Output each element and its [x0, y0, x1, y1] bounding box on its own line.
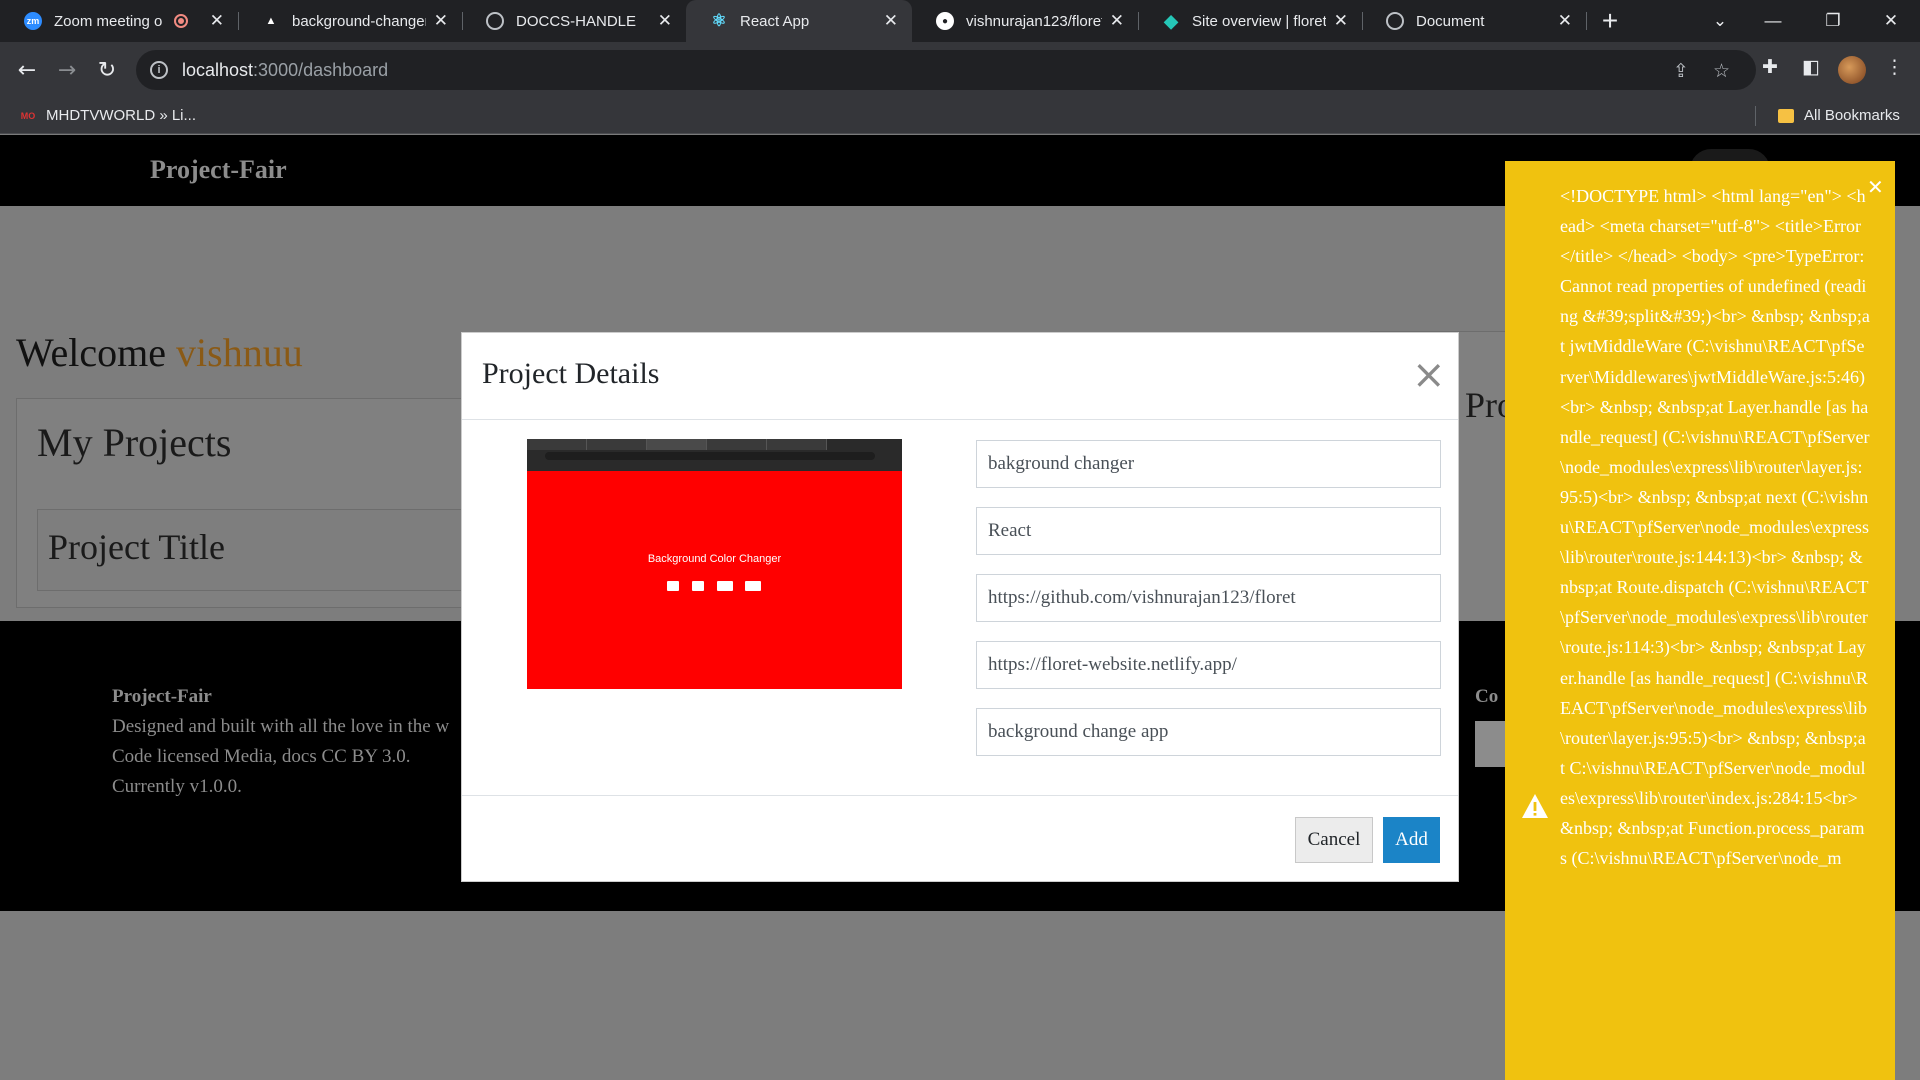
overview-input[interactable]: background change app: [976, 708, 1441, 756]
tab-github-floret[interactable]: ● vishnurajan123/floret ✕: [912, 0, 1138, 42]
tab-react-app[interactable]: ⚛ React App ✕: [686, 0, 912, 42]
recording-icon: [173, 14, 188, 28]
error-toast: ✕ <!DOCTYPE html> <html lang="en"> <head…: [1505, 161, 1895, 1080]
tab-background-changer[interactable]: ▲ background-changer ✕: [238, 0, 462, 42]
site-brand[interactable]: Project-Fair: [150, 155, 287, 185]
preview-button: [717, 581, 733, 591]
preview-tab: [707, 439, 767, 450]
close-tab-icon[interactable]: ✕: [658, 11, 672, 31]
preview-heading: Background Color Changer: [647, 553, 782, 565]
menu-kebab-icon[interactable]: ⋮: [1885, 56, 1904, 78]
modal-header: Project Details ×: [462, 333, 1458, 420]
bookmarks-bar: MO MHDTVWORLD » Li... All Bookmarks: [0, 98, 1920, 134]
github-link-input[interactable]: https://github.com/vishnurajan123/floret: [976, 574, 1441, 622]
folder-icon: [1778, 108, 1794, 123]
modal-footer-divider: [462, 795, 1458, 796]
username: vishnuu: [176, 330, 303, 375]
globe-icon: [486, 12, 504, 30]
preview-browser-chrome: [527, 439, 902, 471]
zoom-icon: zm: [24, 12, 42, 30]
tab-title: React App: [740, 12, 810, 30]
close-tab-icon[interactable]: ✕: [1558, 11, 1572, 31]
footer-text-line: Code licensed Media, docs CC BY 3.0.: [112, 746, 411, 767]
welcome-prefix: Welcome: [16, 330, 167, 375]
preview-address-bar: [545, 452, 875, 460]
tab-title: Site overview | floret: [1192, 12, 1326, 30]
address-bar[interactable]: i localhost:3000/dashboard ⇪ ☆: [136, 50, 1756, 90]
tab-search-chevron-icon[interactable]: ⌄: [1697, 0, 1743, 42]
project-row: Project Title: [37, 509, 517, 591]
reload-icon[interactable]: ↻: [90, 53, 124, 87]
tab-document[interactable]: Document ✕: [1362, 0, 1586, 42]
bookmark-item[interactable]: MO MHDTVWORLD » Li...: [20, 107, 196, 124]
url-text: localhost:3000/dashboard: [182, 60, 388, 81]
tab-netlify-site-overview[interactable]: ◆ Site overview | floret ✕: [1138, 0, 1362, 42]
preview-tab: [647, 439, 707, 450]
side-panel-icon[interactable]: ◧: [1802, 56, 1820, 78]
warning-icon: [1522, 794, 1548, 818]
footer-contact-heading: Co: [1475, 686, 1499, 707]
close-tab-icon[interactable]: ✕: [1110, 11, 1124, 31]
vercel-triangle-icon: ▲: [265, 15, 277, 27]
toast-message: <!DOCTYPE html> <html lang="en"> <head> …: [1560, 186, 1870, 869]
tab-zoom-meeting[interactable]: zm Zoom meeting o ✕: [0, 0, 238, 42]
footer-text-line: Designed and built with all the love in …: [112, 716, 450, 737]
new-tab-button[interactable]: +: [1587, 0, 1633, 42]
tab-title: background-changer: [292, 12, 426, 30]
forward-arrow-icon[interactable]: →: [50, 53, 84, 87]
preview-button: [745, 581, 761, 591]
tab-title: Document: [1416, 12, 1485, 30]
add-button[interactable]: Add: [1383, 817, 1440, 863]
project-image-preview[interactable]: Background Color Changer: [527, 439, 902, 689]
tab-title: Zoom meeting o: [54, 12, 163, 30]
languages-input[interactable]: React: [976, 507, 1441, 555]
site-info-icon[interactable]: i: [150, 61, 168, 79]
globe-icon: [1386, 12, 1404, 30]
react-icon: ⚛: [711, 11, 727, 30]
bookmark-label: MHDTVWORLD » Li...: [46, 107, 197, 124]
tab-title: DOCCS-HANDLE: [516, 12, 637, 30]
browser-toolbar: ← → ↻ i localhost:3000/dashboard ⇪ ☆ ✚ ◧…: [0, 42, 1920, 98]
close-tab-icon[interactable]: ✕: [884, 11, 898, 31]
netlify-icon: ◆: [1164, 10, 1178, 31]
close-tab-icon[interactable]: ✕: [210, 11, 224, 31]
cancel-button[interactable]: Cancel: [1295, 817, 1373, 863]
extensions-puzzle-icon[interactable]: ✚: [1762, 56, 1778, 78]
url-path: :3000/dashboard: [253, 59, 389, 80]
github-icon: ●: [936, 12, 954, 30]
mhdtv-icon: MO: [20, 110, 36, 121]
project-title: Project Title: [48, 527, 226, 567]
footer-text-line: Currently v1.0.0.: [112, 776, 242, 797]
modal-title: Project Details: [482, 357, 660, 390]
website-link-input[interactable]: https://floret-website.netlify.app/: [976, 641, 1441, 689]
share-icon[interactable]: ⇪: [1673, 60, 1689, 82]
close-tab-icon[interactable]: ✕: [1334, 11, 1348, 31]
window-close-button[interactable]: ✕: [1868, 0, 1914, 42]
preview-button: [667, 581, 679, 591]
preview-tab: [767, 439, 827, 450]
browser-tab-bar: zm Zoom meeting o ✕ ▲ background-changer…: [0, 0, 1920, 42]
preview-tab: [587, 439, 647, 450]
profile-avatar[interactable]: [1838, 56, 1866, 84]
bookmark-star-icon[interactable]: ☆: [1713, 60, 1730, 82]
modal-close-icon[interactable]: ×: [1412, 355, 1446, 395]
welcome-heading: Welcome vishnuu: [16, 329, 303, 376]
footer-brand: Project-Fair: [112, 686, 212, 707]
bookmarks-divider: [1755, 106, 1756, 126]
all-bookmarks-label: All Bookmarks: [1804, 107, 1900, 124]
restore-button[interactable]: ❐: [1810, 0, 1856, 42]
url-host: localhost: [182, 59, 254, 80]
all-bookmarks-button[interactable]: All Bookmarks: [1778, 107, 1900, 124]
close-tab-icon[interactable]: ✕: [434, 11, 448, 31]
tab-doccs-handle[interactable]: DOCCS-HANDLE ✕: [462, 0, 686, 42]
preview-button: [692, 581, 704, 591]
my-projects-heading: My Projects: [37, 420, 232, 465]
minimize-button[interactable]: —: [1750, 0, 1796, 42]
project-title-input[interactable]: bakground changer: [976, 440, 1441, 488]
my-projects-card: My Projects Project Title: [16, 398, 517, 608]
preview-tab: [527, 439, 587, 450]
project-details-modal: Project Details × Background Color Chang…: [461, 332, 1459, 882]
back-arrow-icon[interactable]: ←: [10, 53, 44, 87]
tab-title: vishnurajan123/floret: [966, 12, 1102, 30]
